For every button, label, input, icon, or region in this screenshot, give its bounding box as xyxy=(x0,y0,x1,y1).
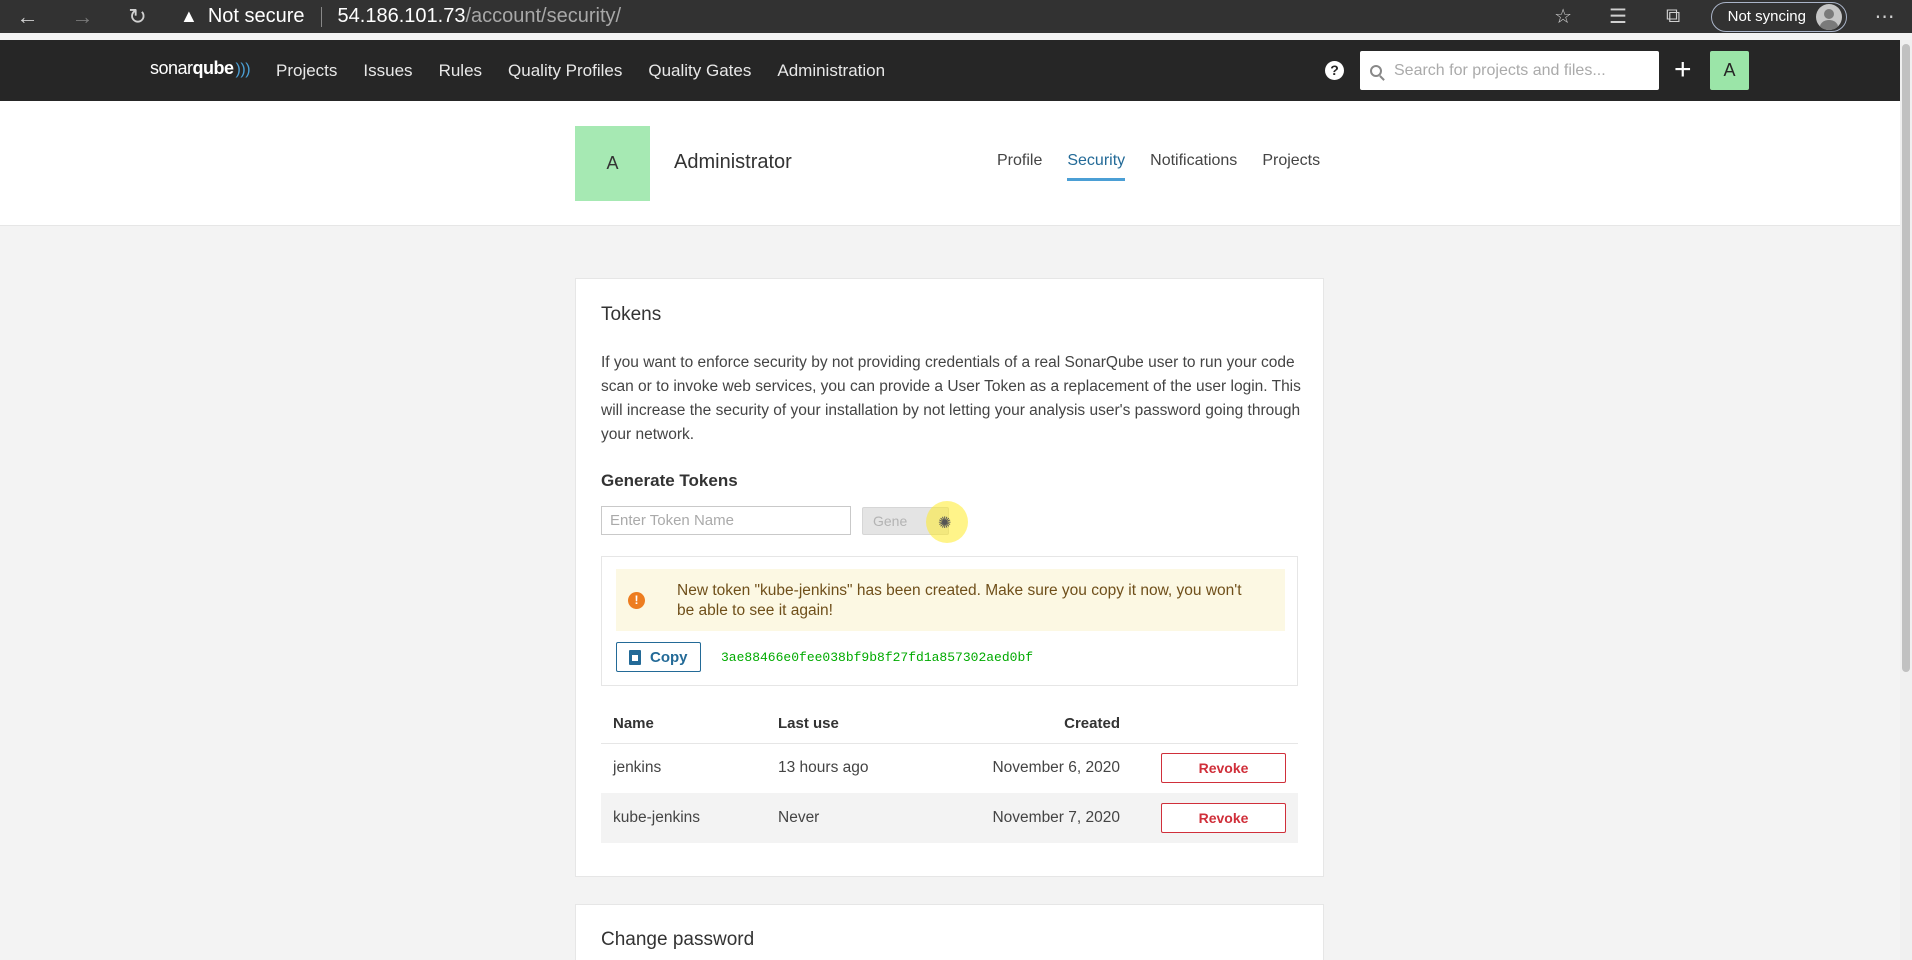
token-name-input[interactable] xyxy=(601,506,851,535)
revoke-button[interactable]: Revoke xyxy=(1161,753,1286,784)
tab-profile[interactable]: Profile xyxy=(997,152,1042,181)
copy-label: Copy xyxy=(650,648,688,666)
scrollbar-thumb[interactable] xyxy=(1902,44,1910,672)
tab-security[interactable]: Security xyxy=(1067,152,1126,181)
main-menu: Projects Issues Rules Quality Profiles Q… xyxy=(263,40,898,101)
global-search[interactable] xyxy=(1360,51,1659,90)
nav-issues[interactable]: Issues xyxy=(363,61,412,81)
more-options-icon[interactable]: ⋯ xyxy=(1857,0,1912,33)
column-name: Name xyxy=(601,704,778,744)
logo-text-b: qube xyxy=(192,58,235,78)
tokens-card: Tokens If you want to enforce security b… xyxy=(575,278,1324,877)
account-name: Administrator xyxy=(674,151,792,173)
token-name: kube-jenkins xyxy=(601,793,778,843)
nav-rules[interactable]: Rules xyxy=(439,61,482,81)
logo-text-a: sonar xyxy=(150,58,193,78)
search-icon xyxy=(1370,64,1382,77)
tokens-table: Name Last use Created jenkins 13 hours a… xyxy=(601,704,1298,843)
token-created-alert: ! New token "kube-jenkins" has been crea… xyxy=(616,569,1285,631)
help-icon[interactable]: ? xyxy=(1325,61,1344,80)
user-avatar[interactable]: A xyxy=(1710,51,1749,90)
forward-icon[interactable]: → xyxy=(55,0,110,33)
sonarqube-logo[interactable]: sonarqube))) xyxy=(150,58,251,79)
clipboard-icon xyxy=(629,649,641,665)
table-row: kube-jenkins Never November 7, 2020 Revo… xyxy=(601,793,1298,843)
revoke-button[interactable]: Revoke xyxy=(1161,803,1286,833)
token-value[interactable]: 3ae88466e0fee038bf9b8f27fd1a857302aed0bf xyxy=(721,650,1033,665)
browser-toolbar: ← → ↻ ▲ Not secure 54.186.101.73 /accoun… xyxy=(0,0,1912,33)
generate-tokens-title: Generate Tokens xyxy=(601,471,738,490)
address-divider xyxy=(320,6,322,27)
page-scrollbar[interactable] xyxy=(1900,40,1912,960)
column-last-use: Last use xyxy=(778,704,930,744)
nav-quality-gates[interactable]: Quality Gates xyxy=(648,61,751,81)
account-header: A Administrator Profile Security Notific… xyxy=(0,101,1900,226)
token-last-use: Never xyxy=(778,793,930,843)
change-password-title: Change password xyxy=(601,929,755,950)
create-plus-icon[interactable]: + xyxy=(1674,52,1692,88)
alert-message: New token "kube-jenkins" has been create… xyxy=(677,582,1242,619)
warning-icon: ▲ xyxy=(180,6,198,26)
column-actions xyxy=(1120,704,1298,744)
favorites-list-icon[interactable]: ☰ xyxy=(1591,0,1646,33)
search-input[interactable] xyxy=(1394,61,1654,80)
tokens-title: Tokens xyxy=(601,304,662,325)
address-bar[interactable]: ▲ Not secure 54.186.101.73 /account/secu… xyxy=(180,0,621,33)
tab-notifications[interactable]: Notifications xyxy=(1150,152,1237,181)
token-created: November 7, 2020 xyxy=(930,793,1120,843)
tab-projects[interactable]: Projects xyxy=(1262,152,1320,181)
nav-projects[interactable]: Projects xyxy=(276,61,337,81)
warning-icon: ! xyxy=(628,592,645,609)
table-header-row: Name Last use Created xyxy=(601,704,1298,744)
refresh-icon[interactable]: ↻ xyxy=(110,0,165,33)
account-tabs: Profile Security Notifications Projects xyxy=(997,152,1345,181)
profile-avatar-icon xyxy=(1816,3,1842,30)
busy-cursor-icon: ✺ xyxy=(938,515,952,532)
back-icon[interactable]: ← xyxy=(0,0,55,33)
collections-icon[interactable]: ⧉ xyxy=(1646,0,1701,33)
security-label: Not secure xyxy=(207,5,305,27)
copy-button[interactable]: Copy xyxy=(616,642,701,672)
profile-sync-button[interactable]: Not syncing xyxy=(1710,1,1847,32)
tokens-description: If you want to enforce security by not p… xyxy=(601,354,1301,443)
account-avatar: A xyxy=(575,126,650,201)
url-path: /account/security/ xyxy=(465,5,622,27)
sync-label: Not syncing xyxy=(1727,8,1806,25)
sonarqube-navbar: sonarqube))) Projects Issues Rules Quali… xyxy=(0,40,1900,101)
logo-waves-icon: ))) xyxy=(235,61,251,78)
change-password-card: Change password xyxy=(575,904,1324,960)
token-created: November 6, 2020 xyxy=(992,759,1120,777)
favorite-star-icon[interactable]: ☆ xyxy=(1536,0,1591,33)
table-row: jenkins 13 hours ago November 6, 2020 Re… xyxy=(601,743,1298,793)
token-name: jenkins xyxy=(613,759,662,777)
column-created: Created xyxy=(930,704,1120,744)
token-last-use: 13 hours ago xyxy=(778,759,869,777)
new-token-box: ! New token "kube-jenkins" has been crea… xyxy=(601,556,1298,686)
nav-administration[interactable]: Administration xyxy=(777,61,885,81)
nav-quality-profiles[interactable]: Quality Profiles xyxy=(508,61,622,81)
url-host: 54.186.101.73 xyxy=(337,5,466,27)
